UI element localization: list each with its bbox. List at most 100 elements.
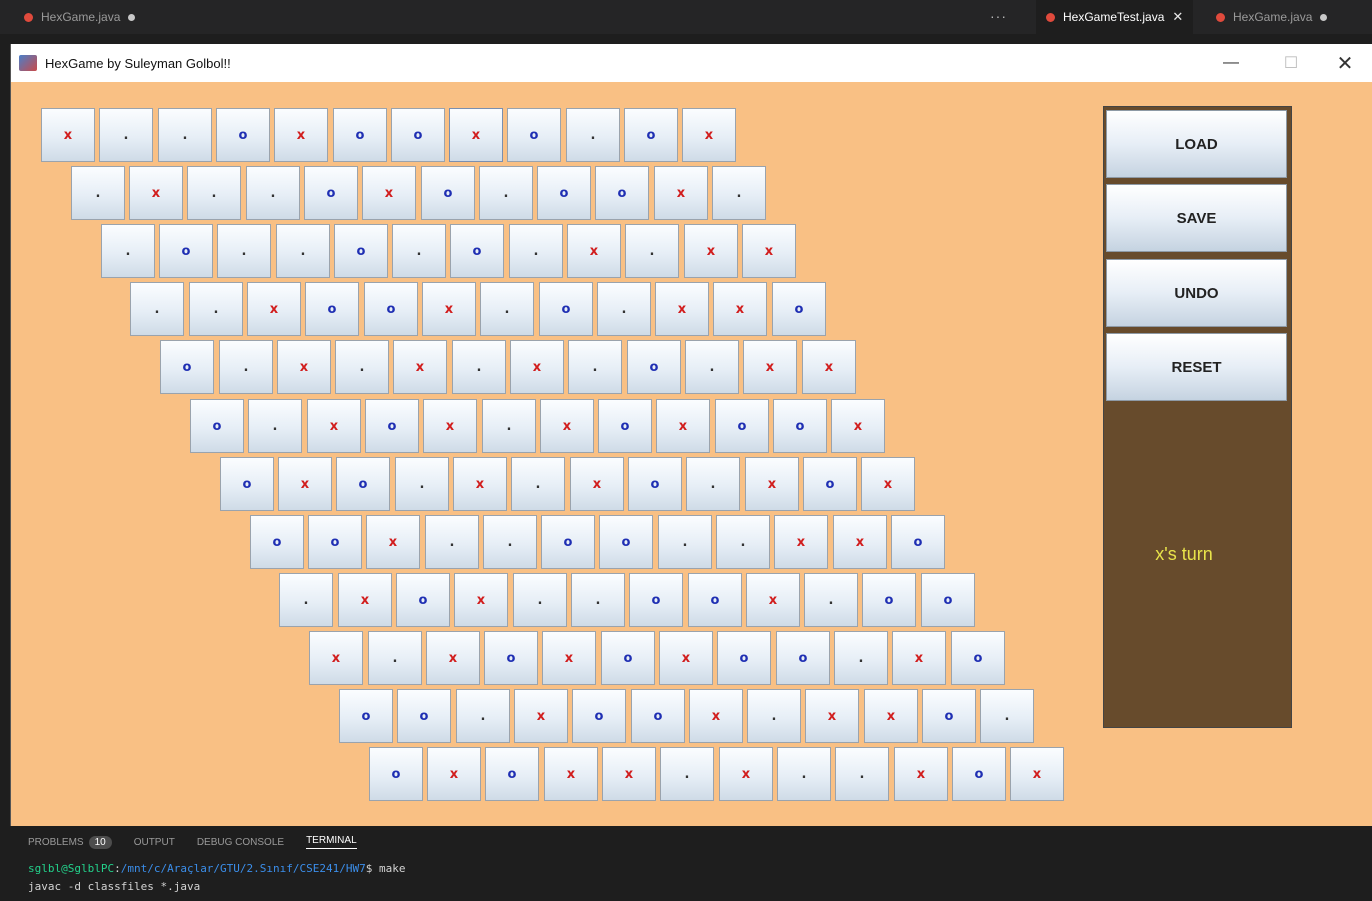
hex-cell-r6-c5[interactable]: . (511, 457, 565, 511)
tab-debug-console[interactable]: DEBUG CONSOLE (197, 837, 284, 848)
hex-cell-r10-c2[interactable]: . (456, 689, 510, 743)
hex-cell-r0-c8[interactable]: o (507, 108, 561, 162)
hex-cell-r1-c5[interactable]: x (362, 166, 416, 220)
hex-cell-r4-c10[interactable]: x (743, 340, 797, 394)
hex-cell-r3-c2[interactable]: x (247, 282, 301, 336)
hex-cell-r2-c5[interactable]: . (392, 224, 446, 278)
hex-cell-r3-c10[interactable]: x (713, 282, 767, 336)
hex-cell-r9-c10[interactable]: x (892, 631, 946, 685)
hex-cell-r4-c1[interactable]: . (219, 340, 273, 394)
hex-cell-r2-c10[interactable]: x (684, 224, 738, 278)
hex-cell-r6-c8[interactable]: . (686, 457, 740, 511)
reset-button[interactable]: RESET (1106, 333, 1287, 401)
hex-cell-r1-c11[interactable]: . (712, 166, 766, 220)
hex-cell-r11-c10[interactable]: o (952, 747, 1006, 801)
editor-tab-hexgametest[interactable]: HexGameTest.java ✕ (1036, 0, 1194, 34)
hex-cell-r0-c6[interactable]: o (391, 108, 445, 162)
hex-cell-r8-c2[interactable]: o (396, 573, 450, 627)
hex-cell-r8-c3[interactable]: x (454, 573, 508, 627)
hex-cell-r8-c0[interactable]: . (279, 573, 333, 627)
hex-cell-r8-c9[interactable]: . (804, 573, 858, 627)
hex-cell-r5-c6[interactable]: x (540, 399, 594, 453)
close-window-button[interactable]: ✕ (1317, 44, 1372, 82)
hex-cell-r7-c0[interactable]: o (250, 515, 304, 569)
undo-button[interactable]: UNDO (1106, 259, 1287, 327)
hex-cell-r4-c3[interactable]: . (335, 340, 389, 394)
more-actions-icon[interactable]: ··· (990, 8, 1007, 24)
hex-cell-r5-c4[interactable]: x (423, 399, 477, 453)
hex-cell-r4-c2[interactable]: x (277, 340, 331, 394)
hex-cell-r9-c9[interactable]: . (834, 631, 888, 685)
hex-cell-r9-c2[interactable]: x (426, 631, 480, 685)
hex-cell-r4-c7[interactable]: . (568, 340, 622, 394)
hex-cell-r8-c7[interactable]: o (688, 573, 742, 627)
hex-cell-r3-c11[interactable]: o (772, 282, 826, 336)
hex-cell-r10-c6[interactable]: x (689, 689, 743, 743)
hex-cell-r6-c11[interactable]: x (861, 457, 915, 511)
hex-cell-r0-c0[interactable]: x (41, 108, 95, 162)
hex-cell-r0-c7[interactable]: x (449, 108, 503, 162)
hex-cell-r10-c8[interactable]: x (805, 689, 859, 743)
hex-cell-r4-c4[interactable]: x (393, 340, 447, 394)
tab-terminal[interactable]: TERMINAL (306, 835, 357, 849)
hex-cell-r11-c8[interactable]: . (835, 747, 889, 801)
hex-cell-r11-c5[interactable]: . (660, 747, 714, 801)
hex-cell-r7-c4[interactable]: . (483, 515, 537, 569)
hex-cell-r10-c3[interactable]: x (514, 689, 568, 743)
hex-cell-r2-c11[interactable]: x (742, 224, 796, 278)
hex-cell-r6-c0[interactable]: o (220, 457, 274, 511)
hex-cell-r9-c5[interactable]: o (601, 631, 655, 685)
hex-cell-r1-c3[interactable]: . (246, 166, 300, 220)
hex-cell-r10-c5[interactable]: o (631, 689, 685, 743)
hex-cell-r3-c4[interactable]: o (364, 282, 418, 336)
hex-cell-r2-c7[interactable]: . (509, 224, 563, 278)
hex-cell-r3-c5[interactable]: x (422, 282, 476, 336)
maximize-button[interactable]: ☐ (1263, 44, 1319, 82)
hex-cell-r11-c4[interactable]: x (602, 747, 656, 801)
hex-cell-r5-c2[interactable]: x (307, 399, 361, 453)
hex-cell-r8-c11[interactable]: o (921, 573, 975, 627)
hex-cell-r7-c1[interactable]: o (308, 515, 362, 569)
hex-cell-r1-c9[interactable]: o (595, 166, 649, 220)
hex-cell-r3-c6[interactable]: . (480, 282, 534, 336)
hex-cell-r3-c0[interactable]: . (130, 282, 184, 336)
hex-cell-r7-c6[interactable]: o (599, 515, 653, 569)
hex-cell-r0-c11[interactable]: x (682, 108, 736, 162)
hex-cell-r2-c2[interactable]: . (217, 224, 271, 278)
hex-cell-r11-c6[interactable]: x (719, 747, 773, 801)
hex-cell-r7-c3[interactable]: . (425, 515, 479, 569)
hex-cell-r9-c1[interactable]: . (368, 631, 422, 685)
hex-cell-r11-c2[interactable]: o (485, 747, 539, 801)
hex-cell-r7-c11[interactable]: o (891, 515, 945, 569)
hex-cell-r0-c10[interactable]: o (624, 108, 678, 162)
hex-cell-r7-c9[interactable]: x (774, 515, 828, 569)
hex-cell-r10-c1[interactable]: o (397, 689, 451, 743)
hex-cell-r8-c5[interactable]: . (571, 573, 625, 627)
hex-cell-r5-c10[interactable]: o (773, 399, 827, 453)
editor-tab-hexgame[interactable]: HexGame.java (14, 0, 145, 34)
hex-cell-r6-c9[interactable]: x (745, 457, 799, 511)
hex-cell-r9-c4[interactable]: x (542, 631, 596, 685)
hex-cell-r7-c2[interactable]: x (366, 515, 420, 569)
hex-cell-r0-c1[interactable]: . (99, 108, 153, 162)
hex-cell-r10-c4[interactable]: o (572, 689, 626, 743)
hex-cell-r6-c2[interactable]: o (336, 457, 390, 511)
hex-cell-r5-c5[interactable]: . (482, 399, 536, 453)
hex-cell-r9-c0[interactable]: x (309, 631, 363, 685)
hex-cell-r7-c7[interactable]: . (658, 515, 712, 569)
hex-cell-r6-c10[interactable]: o (803, 457, 857, 511)
hex-cell-r7-c8[interactable]: . (716, 515, 770, 569)
hex-cell-r8-c8[interactable]: x (746, 573, 800, 627)
hex-cell-r10-c0[interactable]: o (339, 689, 393, 743)
hex-cell-r9-c7[interactable]: o (717, 631, 771, 685)
hex-cell-r3-c7[interactable]: o (539, 282, 593, 336)
hex-cell-r2-c6[interactable]: o (450, 224, 504, 278)
hex-cell-r5-c3[interactable]: o (365, 399, 419, 453)
save-button[interactable]: SAVE (1106, 184, 1287, 252)
hex-cell-r10-c11[interactable]: . (980, 689, 1034, 743)
hex-cell-r8-c6[interactable]: o (629, 573, 683, 627)
hex-cell-r9-c8[interactable]: o (776, 631, 830, 685)
editor-tab-hexgame-2[interactable]: HexGame.java (1206, 0, 1337, 34)
load-button[interactable]: LOAD (1106, 110, 1287, 178)
hex-cell-r3-c8[interactable]: . (597, 282, 651, 336)
